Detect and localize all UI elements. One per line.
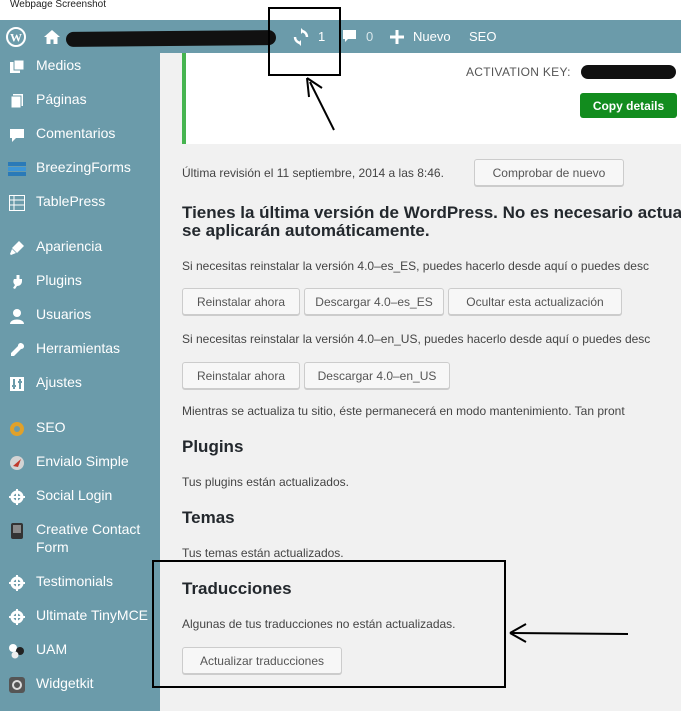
annotation-arrow-updates [306, 77, 335, 131]
annotation-arrow-translations [509, 623, 629, 643]
annotation-arrows [306, 77, 629, 643]
